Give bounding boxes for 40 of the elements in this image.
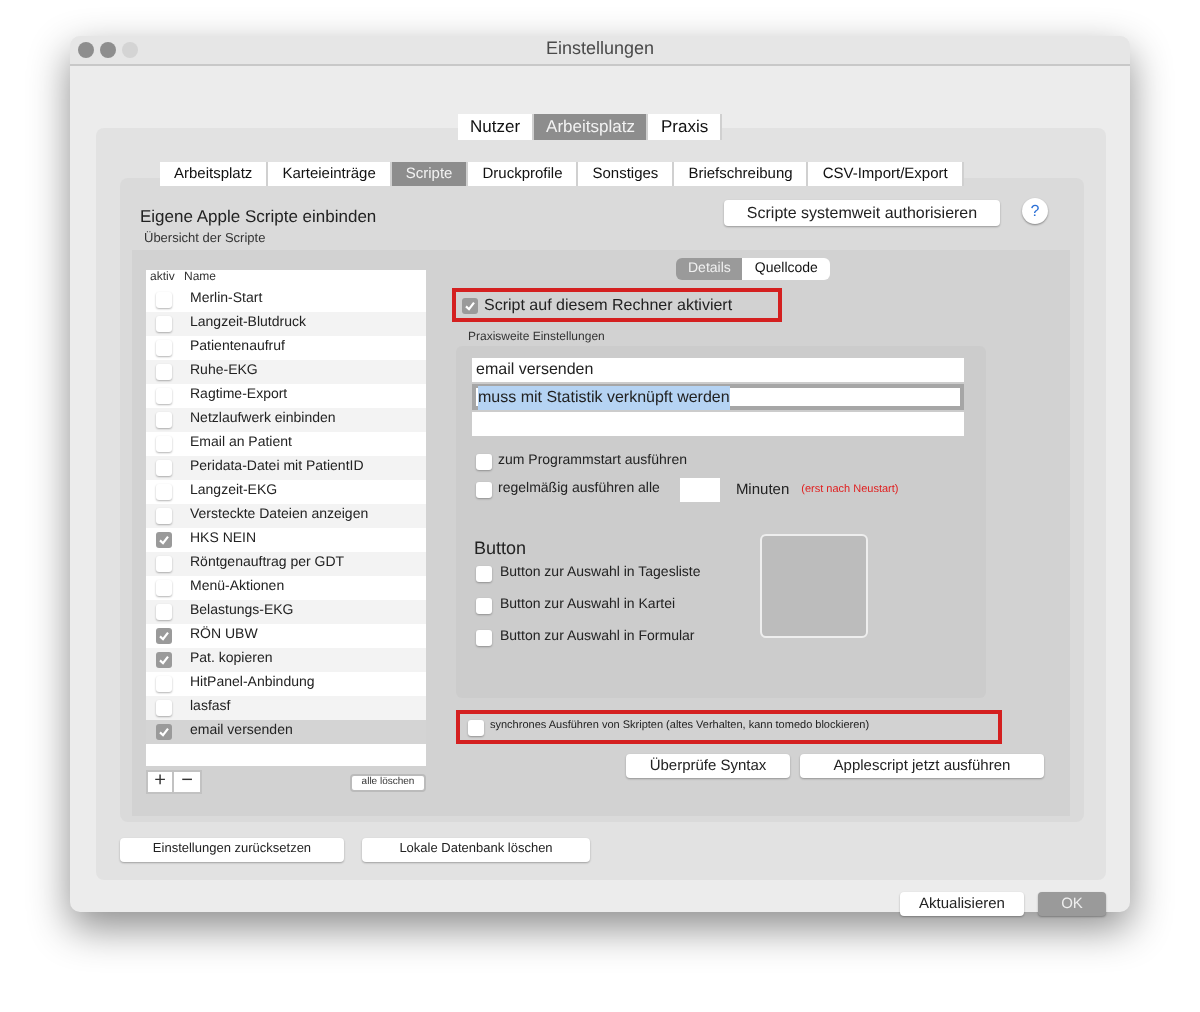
authorize-button[interactable]: Scripte systemweit authorisieren bbox=[724, 200, 1000, 226]
checkbox[interactable] bbox=[156, 628, 172, 644]
minutes-input[interactable] bbox=[679, 478, 720, 502]
checkbox[interactable] bbox=[156, 460, 172, 476]
checkbox[interactable] bbox=[156, 292, 172, 308]
minimize-icon[interactable] bbox=[100, 42, 116, 58]
window-title: Einstellungen bbox=[545, 36, 655, 63]
text-field[interactable]: muss mit Statistik verknüpft werden bbox=[472, 384, 964, 410]
checkbox[interactable] bbox=[156, 436, 172, 452]
tab[interactable]: Nutzer bbox=[458, 114, 535, 140]
close-icon[interactable] bbox=[78, 42, 94, 58]
checkbox[interactable] bbox=[156, 412, 172, 428]
checkbox[interactable] bbox=[156, 340, 172, 356]
checkbox[interactable] bbox=[476, 598, 492, 614]
text-field[interactable]: email versenden bbox=[472, 358, 964, 382]
checkbox[interactable] bbox=[156, 556, 172, 572]
checkbox[interactable] bbox=[156, 676, 172, 692]
button-preview-well bbox=[760, 534, 868, 638]
section-title: Eigene Apple Scripte einbinden bbox=[140, 204, 377, 230]
checkbox-label: Script auf diesem Rechner aktiviert bbox=[484, 293, 733, 317]
checkbox[interactable] bbox=[156, 700, 172, 716]
checkbox[interactable] bbox=[156, 364, 172, 380]
checkbox[interactable] bbox=[156, 580, 172, 596]
text-field[interactable] bbox=[472, 412, 964, 436]
checkbox[interactable] bbox=[156, 532, 172, 548]
checkbox[interactable] bbox=[156, 316, 172, 332]
checkbox[interactable] bbox=[156, 724, 172, 740]
remove-button[interactable]: − bbox=[174, 770, 202, 794]
checkbox[interactable] bbox=[476, 482, 492, 498]
checkbox[interactable] bbox=[156, 508, 172, 524]
section-heading: Button bbox=[474, 536, 527, 562]
checkbox[interactable] bbox=[476, 566, 492, 582]
checkbox[interactable] bbox=[156, 604, 172, 620]
tab[interactable]: Praxis bbox=[648, 114, 723, 140]
add-button[interactable]: + bbox=[146, 770, 174, 794]
checkbox[interactable] bbox=[476, 630, 492, 646]
checkbox[interactable] bbox=[156, 484, 172, 500]
checkbox[interactable] bbox=[156, 388, 172, 404]
checkbox[interactable] bbox=[156, 652, 172, 668]
checkbox[interactable] bbox=[476, 454, 492, 471]
